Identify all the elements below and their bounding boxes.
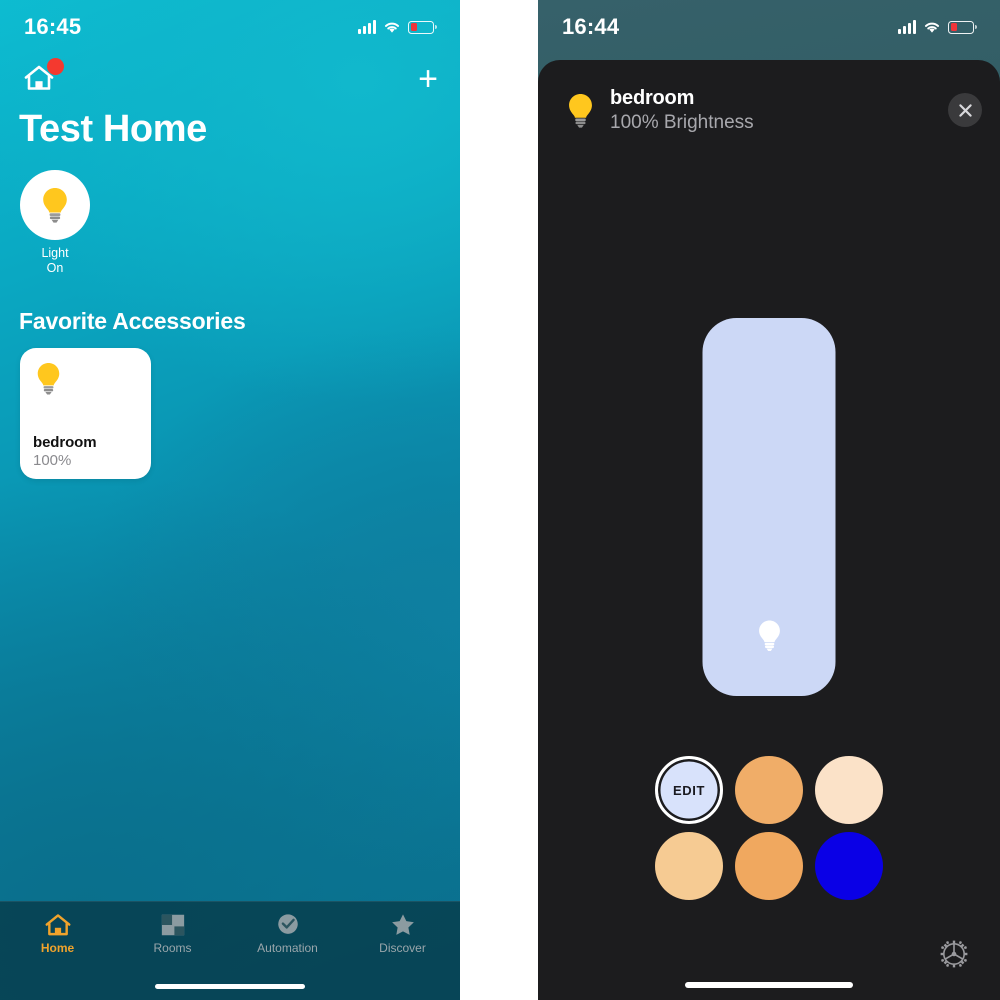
scene-state: On	[46, 261, 64, 275]
accessory-name: bedroom	[33, 434, 97, 451]
accessory-card-bedroom[interactable]: bedroom 100%	[20, 348, 151, 479]
right-status-bar: 16:44	[538, 0, 1000, 54]
sheet-header: bedroom 100% Brightness	[558, 82, 982, 138]
scene-tile[interactable]: Light On	[18, 170, 92, 276]
home-icon	[45, 914, 70, 936]
clock-check-icon	[277, 914, 298, 934]
accessory-value: 100%	[33, 452, 72, 469]
tab-label: Rooms	[153, 941, 192, 955]
home-nav-button[interactable]	[22, 58, 64, 97]
sheet-text-block: bedroom 100% Brightness	[610, 86, 948, 135]
left-nav-row: +	[22, 58, 438, 100]
lightbulb-icon	[37, 363, 60, 395]
wifi-icon	[923, 20, 941, 34]
notification-badge	[47, 58, 64, 75]
tab-discover[interactable]: Discover	[345, 912, 460, 955]
tab-automation[interactable]: Automation	[230, 912, 345, 955]
home-indicator[interactable]	[685, 982, 853, 988]
left-status-bar: 16:45	[0, 0, 460, 54]
battery-low-icon	[408, 20, 437, 34]
star-icon	[391, 914, 414, 935]
close-icon	[958, 103, 972, 117]
gear-icon	[940, 940, 968, 968]
color-swatch-3[interactable]	[815, 756, 883, 824]
color-swatch-6[interactable]	[815, 832, 883, 900]
bottom-tab-bar: Home Rooms Automation Discover	[0, 901, 460, 1000]
color-swatch-2[interactable]	[735, 756, 803, 824]
tab-label: Discover	[379, 941, 426, 955]
sheet-subtitle: 100% Brightness	[610, 111, 754, 133]
scene-icon-circle	[20, 170, 90, 240]
sheet-title: bedroom	[610, 86, 695, 109]
accessory-detail-sheet: bedroom 100% Brightness EDIT	[538, 60, 1000, 1000]
color-swatch-5[interactable]	[735, 832, 803, 900]
edit-swatch-button[interactable]: EDIT	[655, 756, 723, 824]
section-title-favorites: Favorite Accessories	[19, 308, 246, 334]
add-accessory-button[interactable]: +	[418, 62, 438, 96]
tab-label: Automation	[257, 941, 318, 955]
color-swatch-4[interactable]	[655, 832, 723, 900]
lightbulb-icon	[758, 620, 780, 652]
sheet-accessory-icon	[558, 91, 602, 130]
status-icons	[358, 20, 437, 34]
tab-rooms[interactable]: Rooms	[115, 912, 230, 955]
left-phone-screen: 16:45 + Test Home Light On Favorite Acce…	[0, 0, 460, 1000]
edit-label: EDIT	[672, 782, 705, 798]
right-phone-screen: 16:44 bedroom 100% Brightness EDIT	[538, 0, 1000, 1000]
scene-name: Light	[41, 246, 69, 260]
accessory-text-block: bedroom 100%	[33, 434, 138, 469]
tab-label: Home	[40, 941, 75, 955]
wifi-icon	[383, 20, 401, 34]
battery-low-icon	[948, 20, 977, 34]
screenshot-root: 16:45 + Test Home Light On Favorite Acce…	[0, 0, 1000, 1000]
color-swatch-grid: EDIT	[653, 754, 885, 902]
close-button[interactable]	[948, 93, 982, 127]
rooms-icon	[161, 914, 184, 936]
tab-home[interactable]: Home	[0, 912, 115, 955]
lightbulb-icon	[43, 188, 67, 223]
status-time: 16:45	[24, 14, 82, 39]
lightbulb-icon	[568, 93, 592, 128]
status-icons	[898, 20, 977, 34]
signal-bars-icon	[898, 20, 916, 34]
home-indicator[interactable]	[155, 984, 305, 989]
page-title: Test Home	[19, 108, 207, 150]
status-time: 16:44	[562, 14, 620, 39]
accessory-icon	[33, 360, 138, 402]
brightness-slider[interactable]	[702, 318, 836, 696]
settings-button[interactable]	[936, 936, 972, 972]
signal-bars-icon	[358, 20, 376, 34]
